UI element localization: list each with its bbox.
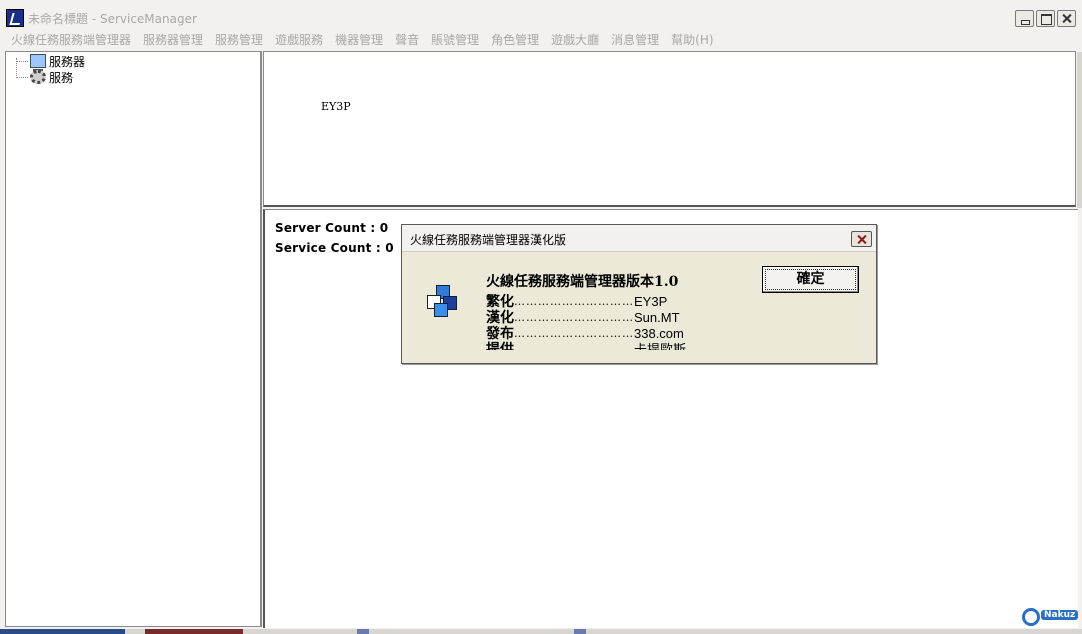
server-count: Server Count : 0 — [275, 221, 389, 235]
app-icon — [6, 9, 24, 27]
credit-dots: ………………………… — [514, 311, 634, 324]
top-output-pane: EY3P — [263, 51, 1082, 208]
scrollbar-edge[interactable] — [1077, 52, 1082, 208]
taskbar-segment — [574, 629, 586, 634]
menu-game-service[interactable]: 遊戲服務 — [269, 30, 329, 50]
tree-item-services[interactable]: 服務 — [30, 69, 73, 85]
credit-line: 漢化………………………… Sun.MT — [486, 310, 766, 326]
taskbar-segment — [0, 629, 125, 634]
dialog-body: 火線任務服務端管理器版本1.0 繁化………………………… EY3P 漢化……………… — [402, 252, 876, 363]
tree-item-servers[interactable]: 服務器 — [30, 53, 86, 71]
window-title: 未命名標題 - ServiceManager — [28, 12, 197, 26]
nakuz-logo-icon — [1022, 608, 1040, 626]
service-manager-window: 未命名標題 - ServiceManager 火線任務服務端管理器 服務器管理 … — [0, 0, 1082, 634]
credit-line: 繁化………………………… EY3P — [486, 294, 766, 310]
menu-bar: 火線任務服務端管理器 服務器管理 服務管理 遊戲服務 機器管理 聲音 賬號管理 … — [0, 30, 1082, 50]
menu-service-management[interactable]: 服務管理 — [209, 30, 269, 50]
tree-item-label: 服務 — [49, 70, 74, 85]
minimize-icon[interactable] — [1015, 10, 1034, 27]
service-count: Service Count : 0 — [275, 241, 394, 255]
credit-dots: ………………………… — [514, 327, 634, 340]
ok-button[interactable]: 確定 — [762, 266, 859, 293]
close-icon[interactable] — [1057, 10, 1076, 27]
about-dialog: 火線任務服務端管理器漢化版 火線任務服務端管理器版本1.0 繁化……………………… — [401, 224, 877, 364]
tree-connector-1 — [16, 61, 28, 62]
cubes-icon — [427, 285, 459, 317]
nakuz-logo-text: Nakuz — [1041, 610, 1079, 620]
credit-value: Sun.MT — [634, 310, 680, 325]
menu-sound[interactable]: 聲音 — [389, 30, 425, 50]
credit-key: 提供 — [486, 342, 514, 350]
credit-value: 338.com — [634, 326, 684, 341]
credit-dots: ………………………… — [514, 343, 634, 350]
credit-line: 發布………………………… 338.com — [486, 326, 766, 342]
close-icon[interactable] — [851, 231, 872, 247]
taskbar-segment — [357, 629, 369, 634]
menu-help[interactable]: 幫助(H) — [665, 30, 719, 50]
nakuz-logo: Nakuz — [1022, 608, 1079, 626]
menu-machine-management[interactable]: 機器管理 — [329, 30, 389, 50]
dialog-title-bar: 火線任務服務端管理器漢化版 — [402, 225, 876, 252]
gears-icon — [30, 70, 46, 84]
credit-key: 漢化 — [486, 310, 514, 326]
maximize-icon[interactable] — [1036, 10, 1055, 27]
tree-connector-2 — [16, 77, 28, 78]
title-bar: 未命名標題 - ServiceManager — [0, 6, 1082, 30]
dialog-title: 火線任務服務端管理器漢化版 — [410, 233, 567, 247]
tree-item-label: 服務器 — [49, 54, 86, 69]
window-controls — [1015, 10, 1076, 27]
credit-key: 發布 — [486, 326, 514, 342]
menu-character-management[interactable]: 角色管理 — [485, 30, 545, 50]
taskbar-segment — [145, 629, 243, 634]
credit-line: 提供………………………… 卡提歐斯 — [486, 342, 766, 350]
computer-icon — [30, 54, 46, 71]
server-tree[interactable]: 服務器 服務 — [5, 51, 262, 627]
menu-account-management[interactable]: 賬號管理 — [425, 30, 485, 50]
menu-message-management[interactable]: 消息管理 — [605, 30, 665, 50]
credit-value: 卡提歐斯 — [634, 342, 687, 350]
top-pane-text: EY3P — [321, 100, 351, 113]
credit-dots: ………………………… — [514, 295, 634, 308]
credit-key: 繁化 — [486, 294, 514, 310]
credit-value: EY3P — [634, 294, 668, 309]
credits-list: 繁化………………………… EY3P 漢化………………………… Sun.MT 發布……… — [486, 294, 766, 350]
dialog-heading: 火線任務服務端管理器版本1.0 — [486, 274, 679, 290]
menu-game-lobby[interactable]: 遊戲大廳 — [545, 30, 605, 50]
menu-server-management[interactable]: 服務器管理 — [137, 30, 209, 50]
menu-firewire-manager[interactable]: 火線任務服務端管理器 — [5, 30, 137, 50]
